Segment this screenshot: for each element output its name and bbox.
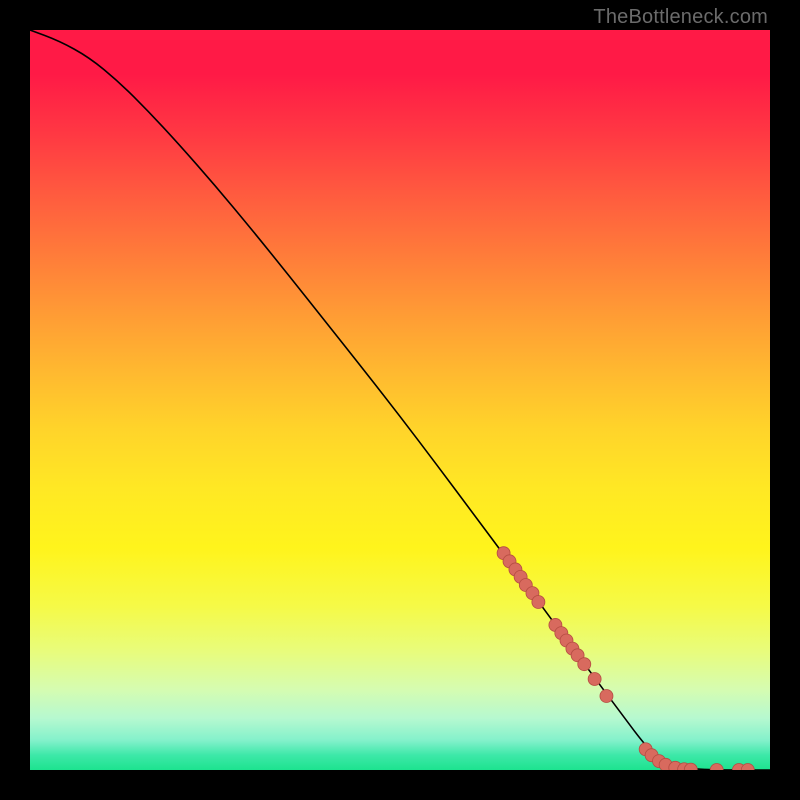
- data-marker: [532, 596, 545, 609]
- data-marker: [710, 764, 723, 771]
- data-marker: [588, 672, 601, 685]
- watermark-text: TheBottleneck.com: [593, 6, 768, 29]
- chart-svg: [30, 30, 770, 770]
- plot-area: [30, 30, 770, 770]
- data-marker: [578, 658, 591, 671]
- curve-line: [30, 30, 770, 770]
- data-marker: [600, 690, 613, 703]
- data-marker: [741, 764, 754, 771]
- marker-group: [497, 547, 754, 770]
- chart-frame: TheBottleneck.com: [0, 0, 800, 800]
